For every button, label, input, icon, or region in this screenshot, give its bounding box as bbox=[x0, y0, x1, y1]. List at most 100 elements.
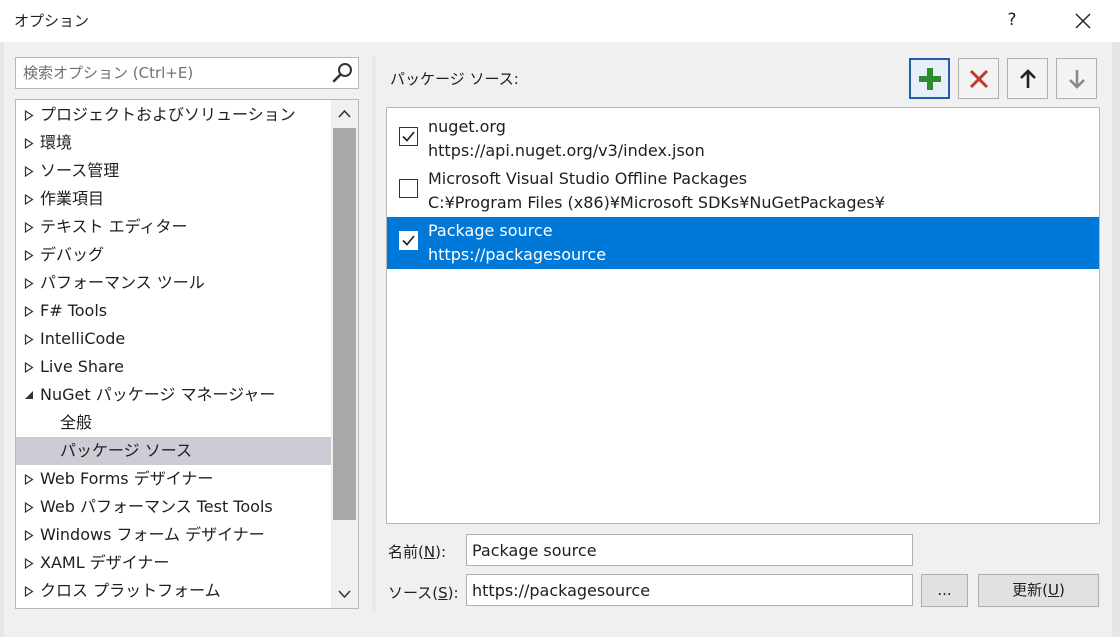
collapsed-triangle-icon[interactable] bbox=[24, 269, 36, 297]
source-name: Microsoft Visual Studio Offline Packages bbox=[428, 169, 748, 188]
scroll-up-button[interactable] bbox=[331, 100, 358, 128]
tree-item[interactable]: Live Share bbox=[16, 353, 331, 381]
tree-item-label: テキスト エディター bbox=[40, 217, 188, 236]
arrow-down-icon bbox=[1068, 69, 1085, 89]
move-down-button[interactable] bbox=[1056, 58, 1097, 99]
delete-x-icon bbox=[969, 69, 988, 88]
tree-scrollbar[interactable] bbox=[331, 100, 358, 608]
collapsed-triangle-icon[interactable] bbox=[24, 577, 36, 605]
source-enabled-checkbox[interactable] bbox=[399, 127, 418, 146]
tree-item[interactable]: 環境 bbox=[16, 129, 331, 157]
scroll-thumb[interactable] bbox=[333, 128, 356, 520]
tree-item-label: NuGet パッケージ マネージャー bbox=[40, 385, 276, 404]
title-bar: オプション ? bbox=[0, 0, 1120, 42]
tree-item[interactable]: NuGet パッケージ マネージャー bbox=[16, 381, 331, 409]
add-source-button[interactable] bbox=[909, 58, 950, 99]
collapsed-triangle-icon[interactable] bbox=[24, 213, 36, 241]
checkmark-icon bbox=[402, 131, 415, 142]
collapsed-triangle-icon[interactable] bbox=[24, 101, 36, 129]
collapsed-triangle-icon[interactable] bbox=[24, 185, 36, 213]
tree-item[interactable]: 全般 bbox=[16, 409, 331, 437]
tree-item[interactable]: Web パフォーマンス Test Tools bbox=[16, 493, 331, 521]
tree-item-label: 作業項目 bbox=[40, 189, 105, 208]
tree-item[interactable]: パフォーマンス ツール bbox=[16, 269, 331, 297]
tree-item-label: ソース管理 bbox=[40, 161, 120, 180]
tree-item[interactable]: XAML デザイナー bbox=[16, 549, 331, 577]
options-tree: プロジェクトおよびソリューション 環境ソース管理作業項目テキスト エディター デバッ… bbox=[15, 99, 359, 609]
tree-item[interactable]: ソース管理 bbox=[16, 157, 331, 185]
tree-item[interactable]: IntelliCode bbox=[16, 325, 331, 353]
collapsed-triangle-icon[interactable] bbox=[24, 129, 36, 157]
remove-source-button[interactable] bbox=[958, 58, 999, 99]
source-url: https://api.nuget.org/v3/index.json bbox=[428, 141, 705, 160]
tree-item[interactable]: クロス プラットフォーム bbox=[16, 577, 331, 605]
search-input[interactable] bbox=[16, 58, 326, 88]
tree-item[interactable]: Web Forms デザイナー bbox=[16, 465, 331, 493]
scroll-down-button[interactable] bbox=[331, 580, 358, 608]
collapsed-triangle-icon[interactable] bbox=[24, 325, 36, 353]
collapsed-triangle-icon[interactable] bbox=[24, 521, 36, 549]
arrow-up-icon bbox=[1019, 68, 1036, 88]
tree-item-label: Windows フォーム デザイナー bbox=[40, 525, 265, 544]
source-enabled-checkbox[interactable] bbox=[399, 179, 418, 198]
tree-item[interactable]: テキスト エディター bbox=[16, 213, 331, 241]
collapsed-triangle-icon[interactable] bbox=[24, 465, 36, 493]
source-enabled-checkbox[interactable] bbox=[399, 231, 418, 250]
checkmark-icon bbox=[402, 235, 415, 246]
collapsed-triangle-icon[interactable] bbox=[24, 297, 36, 325]
tree-item[interactable]: 作業項目 bbox=[16, 185, 331, 213]
name-label: 名前(N): bbox=[388, 543, 446, 561]
tree-item-label: デバッグ bbox=[40, 245, 105, 264]
collapsed-triangle-icon[interactable] bbox=[24, 157, 36, 185]
tree-item[interactable]: Windows フォーム デザイナー bbox=[16, 521, 331, 549]
browse-button[interactable]: ... bbox=[921, 574, 968, 607]
tree-item-label: パッケージ ソース bbox=[60, 441, 192, 460]
chevron-down-icon bbox=[338, 590, 351, 599]
tree-item[interactable]: パッケージ ソース bbox=[16, 437, 331, 465]
name-input[interactable] bbox=[466, 534, 913, 566]
search-box bbox=[15, 57, 359, 89]
close-icon bbox=[1075, 13, 1091, 29]
collapsed-triangle-icon[interactable] bbox=[24, 353, 36, 381]
chevron-up-icon bbox=[338, 109, 351, 118]
search-icon[interactable] bbox=[332, 62, 354, 84]
collapsed-triangle-icon[interactable] bbox=[24, 493, 36, 521]
tree-item-label: F# Tools bbox=[40, 301, 108, 320]
tree-item-label: 環境 bbox=[40, 133, 73, 152]
package-source-item[interactable]: Package source https://packagesource bbox=[387, 217, 1099, 269]
tree-item[interactable]: デバッグ bbox=[16, 241, 331, 269]
window-edge-right bbox=[1112, 42, 1120, 637]
tree-item[interactable]: F# Tools bbox=[16, 297, 331, 325]
tree-item-label: Web Forms デザイナー bbox=[40, 469, 214, 488]
source-url: https://packagesource bbox=[428, 245, 607, 264]
collapsed-triangle-icon[interactable] bbox=[24, 549, 36, 577]
expanded-triangle-icon[interactable] bbox=[24, 381, 36, 409]
close-button[interactable] bbox=[1068, 6, 1098, 36]
window-title: オプション bbox=[14, 12, 90, 30]
tree-item[interactable]: プロジェクトおよびソリューション bbox=[16, 101, 331, 129]
package-source-item[interactable]: nuget.org https://api.nuget.org/v3/index.… bbox=[387, 113, 1099, 165]
tree-item-label: パフォーマンス ツール bbox=[40, 273, 205, 292]
tree-item-label: プロジェクトおよびソリューション bbox=[40, 105, 296, 124]
panel-splitter[interactable] bbox=[372, 57, 376, 612]
source-name: nuget.org bbox=[428, 117, 506, 136]
tree-item-label: Web パフォーマンス Test Tools bbox=[40, 497, 273, 516]
source-label: ソース(S): bbox=[388, 584, 459, 602]
tree-item-label: 全般 bbox=[60, 413, 93, 432]
package-source-list: nuget.org https://api.nuget.org/v3/index.… bbox=[386, 107, 1100, 524]
package-sources-label: パッケージ ソース: bbox=[390, 70, 519, 88]
help-button[interactable]: ? bbox=[1000, 8, 1024, 32]
source-url: C:¥Program Files (x86)¥Microsoft SDKs¥Nu… bbox=[428, 193, 885, 212]
tree-item-label: IntelliCode bbox=[40, 329, 126, 348]
collapsed-triangle-icon[interactable] bbox=[24, 241, 36, 269]
update-button[interactable]: 更新(U) bbox=[978, 574, 1099, 607]
move-up-button[interactable] bbox=[1007, 58, 1048, 99]
source-input[interactable] bbox=[466, 574, 913, 606]
tree-item-label: XAML デザイナー bbox=[40, 553, 170, 572]
window-edge-left bbox=[0, 42, 4, 637]
plus-icon bbox=[918, 67, 941, 90]
tree-item-label: Live Share bbox=[40, 357, 124, 376]
source-name: Package source bbox=[428, 221, 553, 240]
tree-item-label: クロス プラットフォーム bbox=[40, 581, 221, 600]
package-source-item[interactable]: Microsoft Visual Studio Offline Packages… bbox=[387, 165, 1099, 217]
